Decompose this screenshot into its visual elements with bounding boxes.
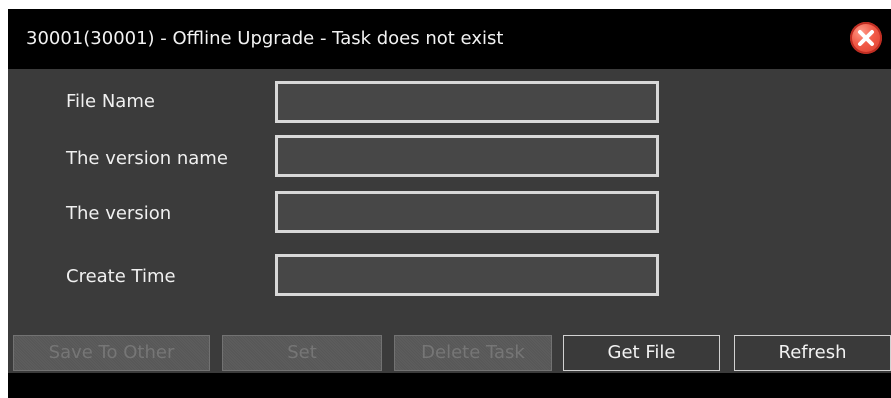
offline-upgrade-window: 30001(30001) - Offline Upgrade - Task do… xyxy=(8,9,891,398)
refresh-button[interactable]: Refresh xyxy=(734,335,891,371)
version-name-label: The version name xyxy=(66,148,228,169)
button-bar: Save To Other Set Delete Task Get File R… xyxy=(8,325,891,371)
file-name-field[interactable] xyxy=(275,81,659,123)
save-to-other-button[interactable]: Save To Other xyxy=(13,335,210,371)
create-time-field[interactable] xyxy=(275,254,659,296)
title-bar: 30001(30001) - Offline Upgrade - Task do… xyxy=(8,9,891,69)
version-field[interactable] xyxy=(275,191,659,233)
version-name-field[interactable] xyxy=(275,135,659,177)
close-button[interactable] xyxy=(850,22,882,54)
file-name-label: File Name xyxy=(66,91,155,112)
get-file-button[interactable]: Get File xyxy=(563,335,720,371)
delete-task-button[interactable]: Delete Task xyxy=(394,335,552,371)
version-label: The version xyxy=(66,203,172,224)
window-title: 30001(30001) - Offline Upgrade - Task do… xyxy=(26,28,504,49)
close-icon xyxy=(858,30,874,46)
window-footer xyxy=(8,373,891,398)
set-button[interactable]: Set xyxy=(222,335,382,371)
create-time-label: Create Time xyxy=(66,266,176,287)
